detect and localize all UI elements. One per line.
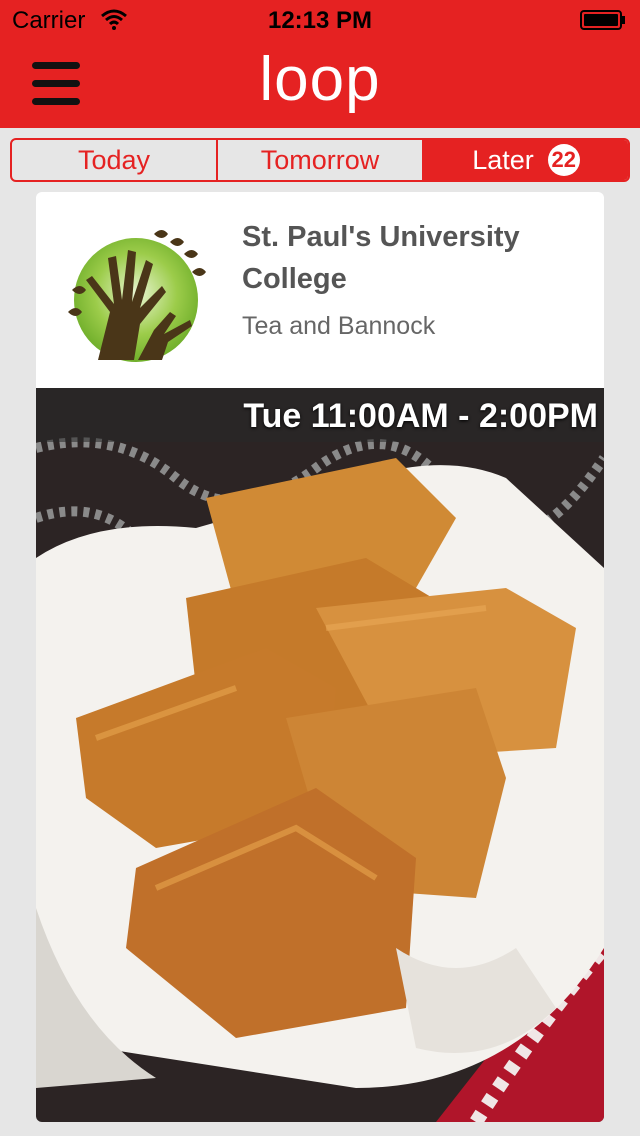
status-time: 12:13 PM: [267, 7, 373, 34]
event-card-header: St. Paul's University College Tea and Ba…: [36, 192, 604, 388]
event-photo: [36, 388, 604, 1122]
tab-today[interactable]: Today: [12, 140, 218, 180]
status-bar: Carrier 12:13 PM: [0, 0, 640, 40]
battery-icon: [580, 10, 625, 30]
tab-tomorrow-label: Tomorrow: [260, 144, 380, 175]
tab-later[interactable]: Later 22: [424, 140, 628, 180]
later-count-badge: 22: [547, 144, 580, 176]
nav-bar: loop: [0, 40, 640, 128]
event-card[interactable]: St. Paul's University College Tea and Ba…: [36, 192, 604, 1122]
event-time: Tue 11:00AM - 2:00PM: [243, 397, 598, 435]
tab-today-label: Today: [77, 144, 151, 175]
organizer-logo: [68, 230, 206, 362]
date-filter-tabs: Today Tomorrow Later 22: [10, 138, 630, 182]
app-logo: loop: [259, 45, 381, 114]
event-organizer: St. Paul's University College: [242, 221, 520, 295]
tab-tomorrow[interactable]: Tomorrow: [218, 140, 424, 180]
event-title: Tea and Bannock: [242, 312, 436, 340]
tab-later-label: Later: [472, 144, 534, 175]
